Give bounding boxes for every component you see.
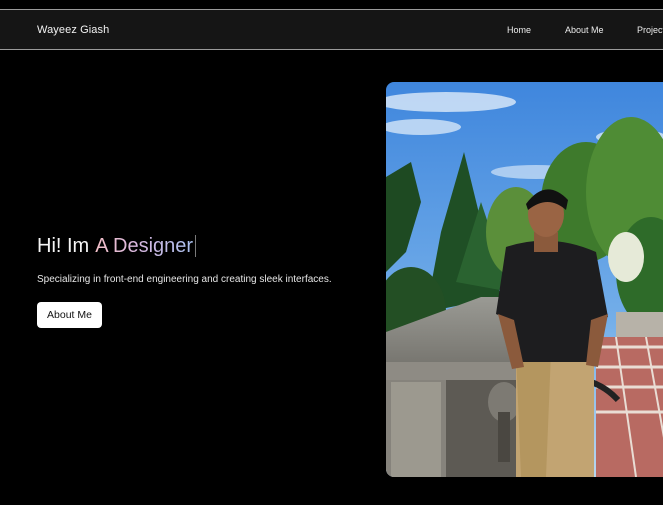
nav-link-home[interactable]: Home bbox=[507, 25, 531, 35]
profile-photo-illustration bbox=[386, 82, 663, 477]
profile-photo bbox=[386, 82, 663, 477]
typed-role-text: A Designer bbox=[95, 234, 194, 257]
nav-link-about-me[interactable]: About Me bbox=[565, 25, 604, 35]
about-me-button[interactable]: About Me bbox=[37, 302, 102, 328]
typing-cursor bbox=[195, 235, 197, 257]
hero-section: Hi! Im A Designer bbox=[37, 232, 377, 260]
navbar: Wayeez Giash Home About Me Projects bbox=[0, 9, 663, 50]
nav-links: Home About Me Projects bbox=[0, 25, 663, 39]
hero-headline: Hi! Im A Designer bbox=[37, 232, 377, 260]
window-top-strip bbox=[0, 0, 663, 9]
hero-greeting: Hi! Im bbox=[37, 234, 90, 257]
nav-link-projects[interactable]: Projects bbox=[637, 25, 663, 35]
hero-subtitle: Specializing in front-end engineering an… bbox=[37, 274, 332, 285]
